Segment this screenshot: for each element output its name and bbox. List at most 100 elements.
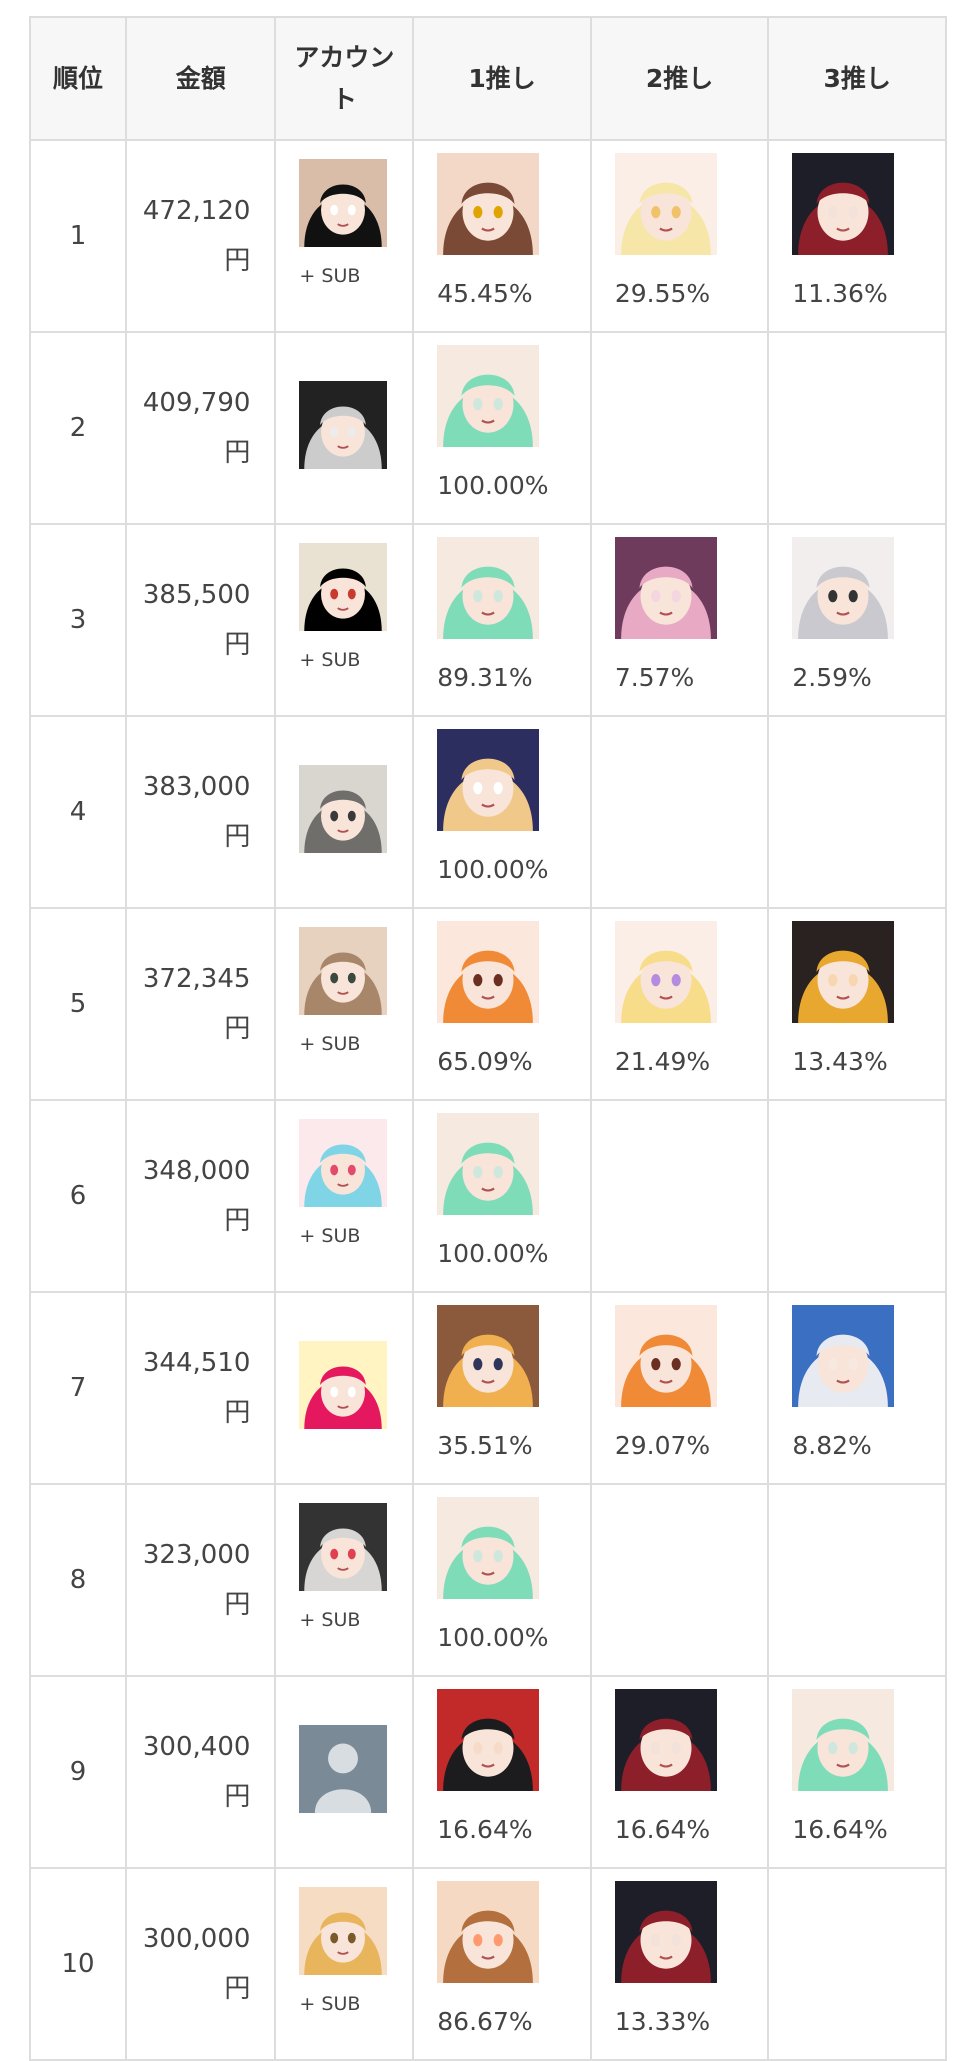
oshi-wrap: 100.00% — [437, 717, 590, 905]
amount-unit: 円 — [224, 1206, 251, 1236]
oshi-cell-3: 11.36% — [767, 139, 947, 333]
oshi-percentage: 16.64% — [614, 1815, 711, 1844]
amount-value: 385,500 — [142, 580, 251, 610]
amount-cell: 372,345 円 — [125, 907, 277, 1101]
oshi-cell-3: 8.82% — [767, 1291, 947, 1485]
oshi-cell-3: 13.43% — [767, 907, 947, 1101]
oshi-cell-2: 13.33% — [589, 1867, 770, 2061]
account-cell — [274, 1675, 415, 1869]
account-cell — [274, 715, 415, 909]
silver-hair-girl-portrait-icon — [792, 537, 895, 639]
oshi-percentage: 29.55% — [614, 279, 711, 308]
oshi-percentage: 100.00% — [437, 471, 549, 500]
oshi-cell-3 — [767, 715, 947, 909]
rank-number: 2 — [69, 413, 87, 443]
oshi-portrait[interactable] — [792, 1305, 895, 1407]
oshi-cell-2: 16.64% — [589, 1675, 770, 1869]
rank-cell: 10 — [28, 1867, 128, 2061]
green-hair-girl-portrait-icon — [437, 1497, 540, 1599]
rank-cell: 2 — [28, 331, 128, 525]
amount-unit: 円 — [224, 1974, 251, 2004]
oshi-portrait[interactable] — [614, 537, 717, 639]
amount-cell: 409,790 円 — [125, 331, 277, 525]
oshi-portrait[interactable] — [614, 1689, 717, 1791]
sub-label: + SUB — [299, 1609, 361, 1631]
avatar[interactable] — [299, 1887, 388, 1975]
oshi-portrait[interactable] — [437, 153, 540, 255]
oshi-wrap: 8.82% — [792, 1293, 945, 1481]
account-cell — [274, 1291, 415, 1485]
oshi-wrap: 21.49% — [614, 909, 768, 1097]
rank-number: 7 — [69, 1373, 87, 1403]
oshi-percentage: 45.45% — [437, 279, 533, 308]
oshi-portrait[interactable] — [437, 1689, 540, 1791]
oshi-portrait[interactable] — [437, 1497, 540, 1599]
oshi-portrait[interactable] — [437, 729, 540, 831]
avatar[interactable] — [299, 543, 388, 631]
oshi-portrait[interactable] — [437, 1305, 540, 1407]
avatar[interactable] — [299, 927, 388, 1015]
oshi-percentage: 35.51% — [437, 1431, 533, 1460]
oshi-portrait[interactable] — [437, 1881, 540, 1983]
green-hair-girl-portrait-icon — [437, 345, 540, 447]
tan-girl-portrait-icon — [437, 1305, 540, 1407]
account-wrap: + SUB — [299, 1485, 412, 1673]
table-row: 6 348,000 円 + SUB 100.00% — [28, 1099, 947, 1293]
account-wrap — [299, 717, 412, 905]
avatar[interactable] — [299, 765, 388, 853]
oshi-portrait[interactable] — [614, 921, 717, 1023]
oshi-cell-1: 35.51% — [412, 1291, 592, 1485]
oshi-wrap: 35.51% — [437, 1293, 590, 1481]
wolf-avatar-icon — [299, 765, 388, 853]
rank-cell: 5 — [28, 907, 128, 1101]
oshi-portrait[interactable] — [792, 153, 895, 255]
pirate-girl-portrait-icon — [614, 1881, 717, 1983]
oshi-percentage: 100.00% — [437, 1623, 549, 1652]
rank-cell: 6 — [28, 1099, 128, 1293]
oshi-wrap: 100.00% — [437, 1101, 590, 1289]
amount-cell: 348,000 円 — [125, 1099, 277, 1293]
oshi-wrap: 100.00% — [437, 1485, 590, 1673]
oshi-portrait[interactable] — [614, 1305, 717, 1407]
oshi-cell-1: 100.00% — [412, 1099, 592, 1293]
oshi-wrap: 13.33% — [614, 1869, 768, 2057]
amount-cell: 344,510 円 — [125, 1291, 277, 1485]
oshi-portrait[interactable] — [792, 921, 895, 1023]
oshi-wrap: 100.00% — [437, 333, 590, 521]
avatar[interactable] — [299, 159, 388, 247]
oshi-wrap: 89.31% — [437, 525, 590, 713]
oshi-percentage: 13.33% — [614, 2007, 711, 2036]
rank-number: 6 — [69, 1181, 87, 1211]
oshi-wrap: 45.45% — [437, 141, 590, 329]
oshi-portrait[interactable] — [614, 153, 717, 255]
amount-cell: 385,500 円 — [125, 523, 277, 717]
oshi-portrait[interactable] — [437, 921, 540, 1023]
avatar[interactable] — [299, 381, 388, 469]
oshi-wrap: 2.59% — [792, 525, 945, 713]
oshi-percentage: 100.00% — [437, 855, 549, 884]
oshi-percentage: 8.82% — [792, 1431, 872, 1460]
oshi-portrait[interactable] — [437, 345, 540, 447]
avatar[interactable] — [299, 1341, 388, 1429]
oshi-portrait[interactable] — [437, 537, 540, 639]
oshi-portrait[interactable] — [437, 1113, 540, 1215]
oshi-portrait[interactable] — [792, 537, 895, 639]
rank-cell: 1 — [28, 139, 128, 333]
avatar[interactable] — [299, 1725, 388, 1813]
oshi-percentage: 29.07% — [614, 1431, 711, 1460]
green-hair-girl-portrait-icon — [792, 1689, 895, 1791]
oshi-cell-2: 21.49% — [589, 907, 770, 1101]
oshi-wrap: 29.07% — [614, 1293, 768, 1481]
rank-number: 5 — [69, 989, 87, 1019]
oshi-wrap — [792, 1485, 945, 1673]
account-wrap: + SUB — [299, 1101, 412, 1289]
avatar[interactable] — [299, 1119, 388, 1207]
oshi-portrait[interactable] — [792, 1689, 895, 1791]
header-oshi-2: 2推し — [589, 16, 770, 141]
avatar[interactable] — [299, 1503, 388, 1591]
account-cell: + SUB — [274, 523, 415, 717]
amount-value: 323,000 — [142, 1540, 251, 1570]
oshi-cell-1: 100.00% — [412, 331, 592, 525]
oshi-portrait[interactable] — [614, 1881, 717, 1983]
amount-cell: 472,120 円 — [125, 139, 277, 333]
